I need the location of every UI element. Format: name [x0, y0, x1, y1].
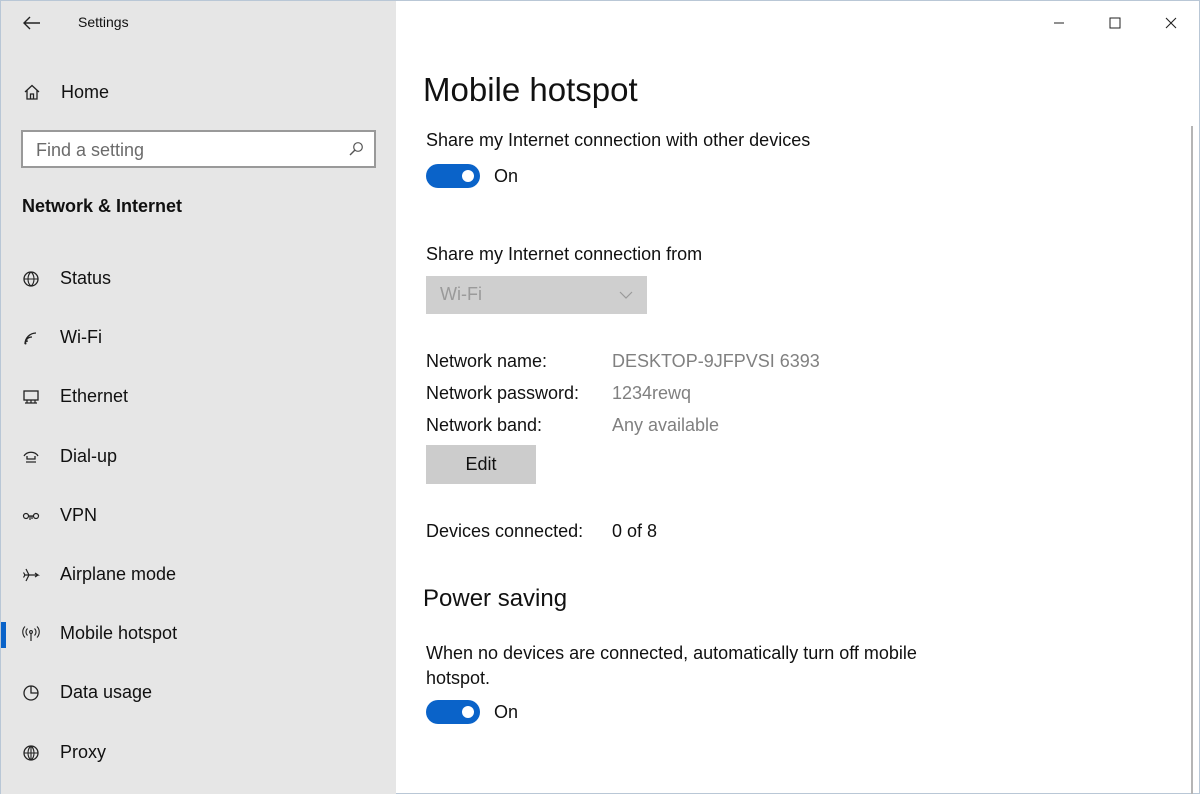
sidebar-item-wifi[interactable]: Wi-Fi — [1, 308, 396, 367]
share-toggle-state: On — [494, 166, 519, 186]
sidebar-item-home[interactable]: Home — [1, 73, 396, 111]
share-from-dropdown: Wi-Fi — [426, 276, 647, 314]
toggle-knob — [462, 706, 474, 718]
edit-button[interactable]: Edit — [426, 445, 536, 484]
chevron-down-icon — [619, 291, 633, 299]
sidebar-item-label: Home — [61, 82, 110, 102]
toggle-knob — [462, 170, 474, 182]
proxy-globe-icon — [21, 743, 41, 763]
sidebar-item-label: Proxy — [60, 741, 107, 762]
power-saving-description: When no devices are connected, automatic… — [426, 643, 917, 688]
airplane-icon — [21, 565, 41, 585]
app-title: Settings — [78, 14, 129, 30]
sidebar-item-label: Mobile hotspot — [60, 623, 178, 644]
search-input[interactable]: Find a setting — [21, 130, 376, 168]
dialup-icon — [21, 447, 41, 467]
power-toggle-state: On — [494, 702, 519, 722]
sidebar-item-label: Wi-Fi — [60, 327, 102, 348]
sidebar-item-label: Dial-up — [60, 445, 118, 466]
search-icon — [349, 142, 363, 156]
sidebar-item-vpn[interactable]: VPN — [1, 486, 396, 545]
back-arrow-icon — [23, 16, 40, 30]
sidebar-item-dialup[interactable]: Dial-up — [1, 427, 396, 486]
wifi-icon — [21, 328, 41, 348]
network-name-label: Network name: — [426, 351, 548, 371]
active-indicator — [1, 622, 6, 649]
sidebar-item-proxy[interactable]: Proxy — [1, 723, 396, 782]
search-placeholder: Find a setting — [36, 140, 145, 160]
share-from-label: Share my Internet connection from — [426, 244, 703, 264]
sidebar-item-ethernet[interactable]: Ethernet — [1, 367, 396, 426]
sidebar-item-data-usage[interactable]: Data usage — [1, 663, 396, 722]
power-saving-toggle[interactable] — [426, 700, 480, 724]
sidebar-item-airplane[interactable]: Airplane mode — [1, 545, 396, 604]
share-connection-label: Share my Internet connection with other … — [426, 130, 811, 150]
page-title: Mobile hotspot — [423, 71, 638, 108]
globe-status-icon — [21, 269, 41, 289]
sidebar-item-label: Ethernet — [60, 386, 129, 407]
hotspot-icon — [21, 624, 41, 644]
power-saving-heading: Power saving — [423, 585, 568, 612]
network-band-label: Network band: — [426, 415, 543, 435]
nav-list: Status Wi-Fi Ethernet Dial-up VPN Airpla… — [1, 249, 396, 782]
sidebar-item-label: Airplane mode — [60, 563, 177, 584]
vpn-icon — [21, 506, 41, 526]
ethernet-icon — [21, 387, 41, 407]
home-icon — [24, 84, 40, 100]
network-password-label: Network password: — [426, 383, 580, 403]
network-password-value: 1234rewq — [612, 383, 692, 403]
sidebar-item-mobile-hotspot[interactable]: Mobile hotspot — [1, 604, 396, 663]
sidebar-item-label: Status — [60, 268, 112, 288]
network-name-value: DESKTOP-9JFPVSI 6393 — [612, 351, 820, 371]
section-heading: Network & Internet — [22, 196, 183, 216]
share-connection-toggle[interactable] — [426, 164, 480, 188]
main-content: Mobile hotspot Share my Internet connect… — [396, 1, 1200, 794]
titlebar-left: Settings — [1, 1, 396, 45]
sidebar-item-label: VPN — [60, 504, 98, 525]
share-from-value: Wi-Fi — [440, 284, 482, 304]
settings-window: Settings Home Find a setting Network & I… — [0, 0, 1200, 794]
sidebar: Settings Home Find a setting Network & I… — [1, 1, 396, 794]
data-usage-icon — [21, 683, 41, 703]
sidebar-item-label: Data usage — [60, 682, 153, 703]
network-band-value: Any available — [612, 415, 720, 435]
sidebar-item-status[interactable]: Status — [1, 249, 396, 308]
devices-connected-label: Devices connected: — [426, 521, 584, 541]
back-button[interactable] — [15, 9, 49, 37]
devices-connected-value: 0 of 8 — [612, 521, 658, 541]
